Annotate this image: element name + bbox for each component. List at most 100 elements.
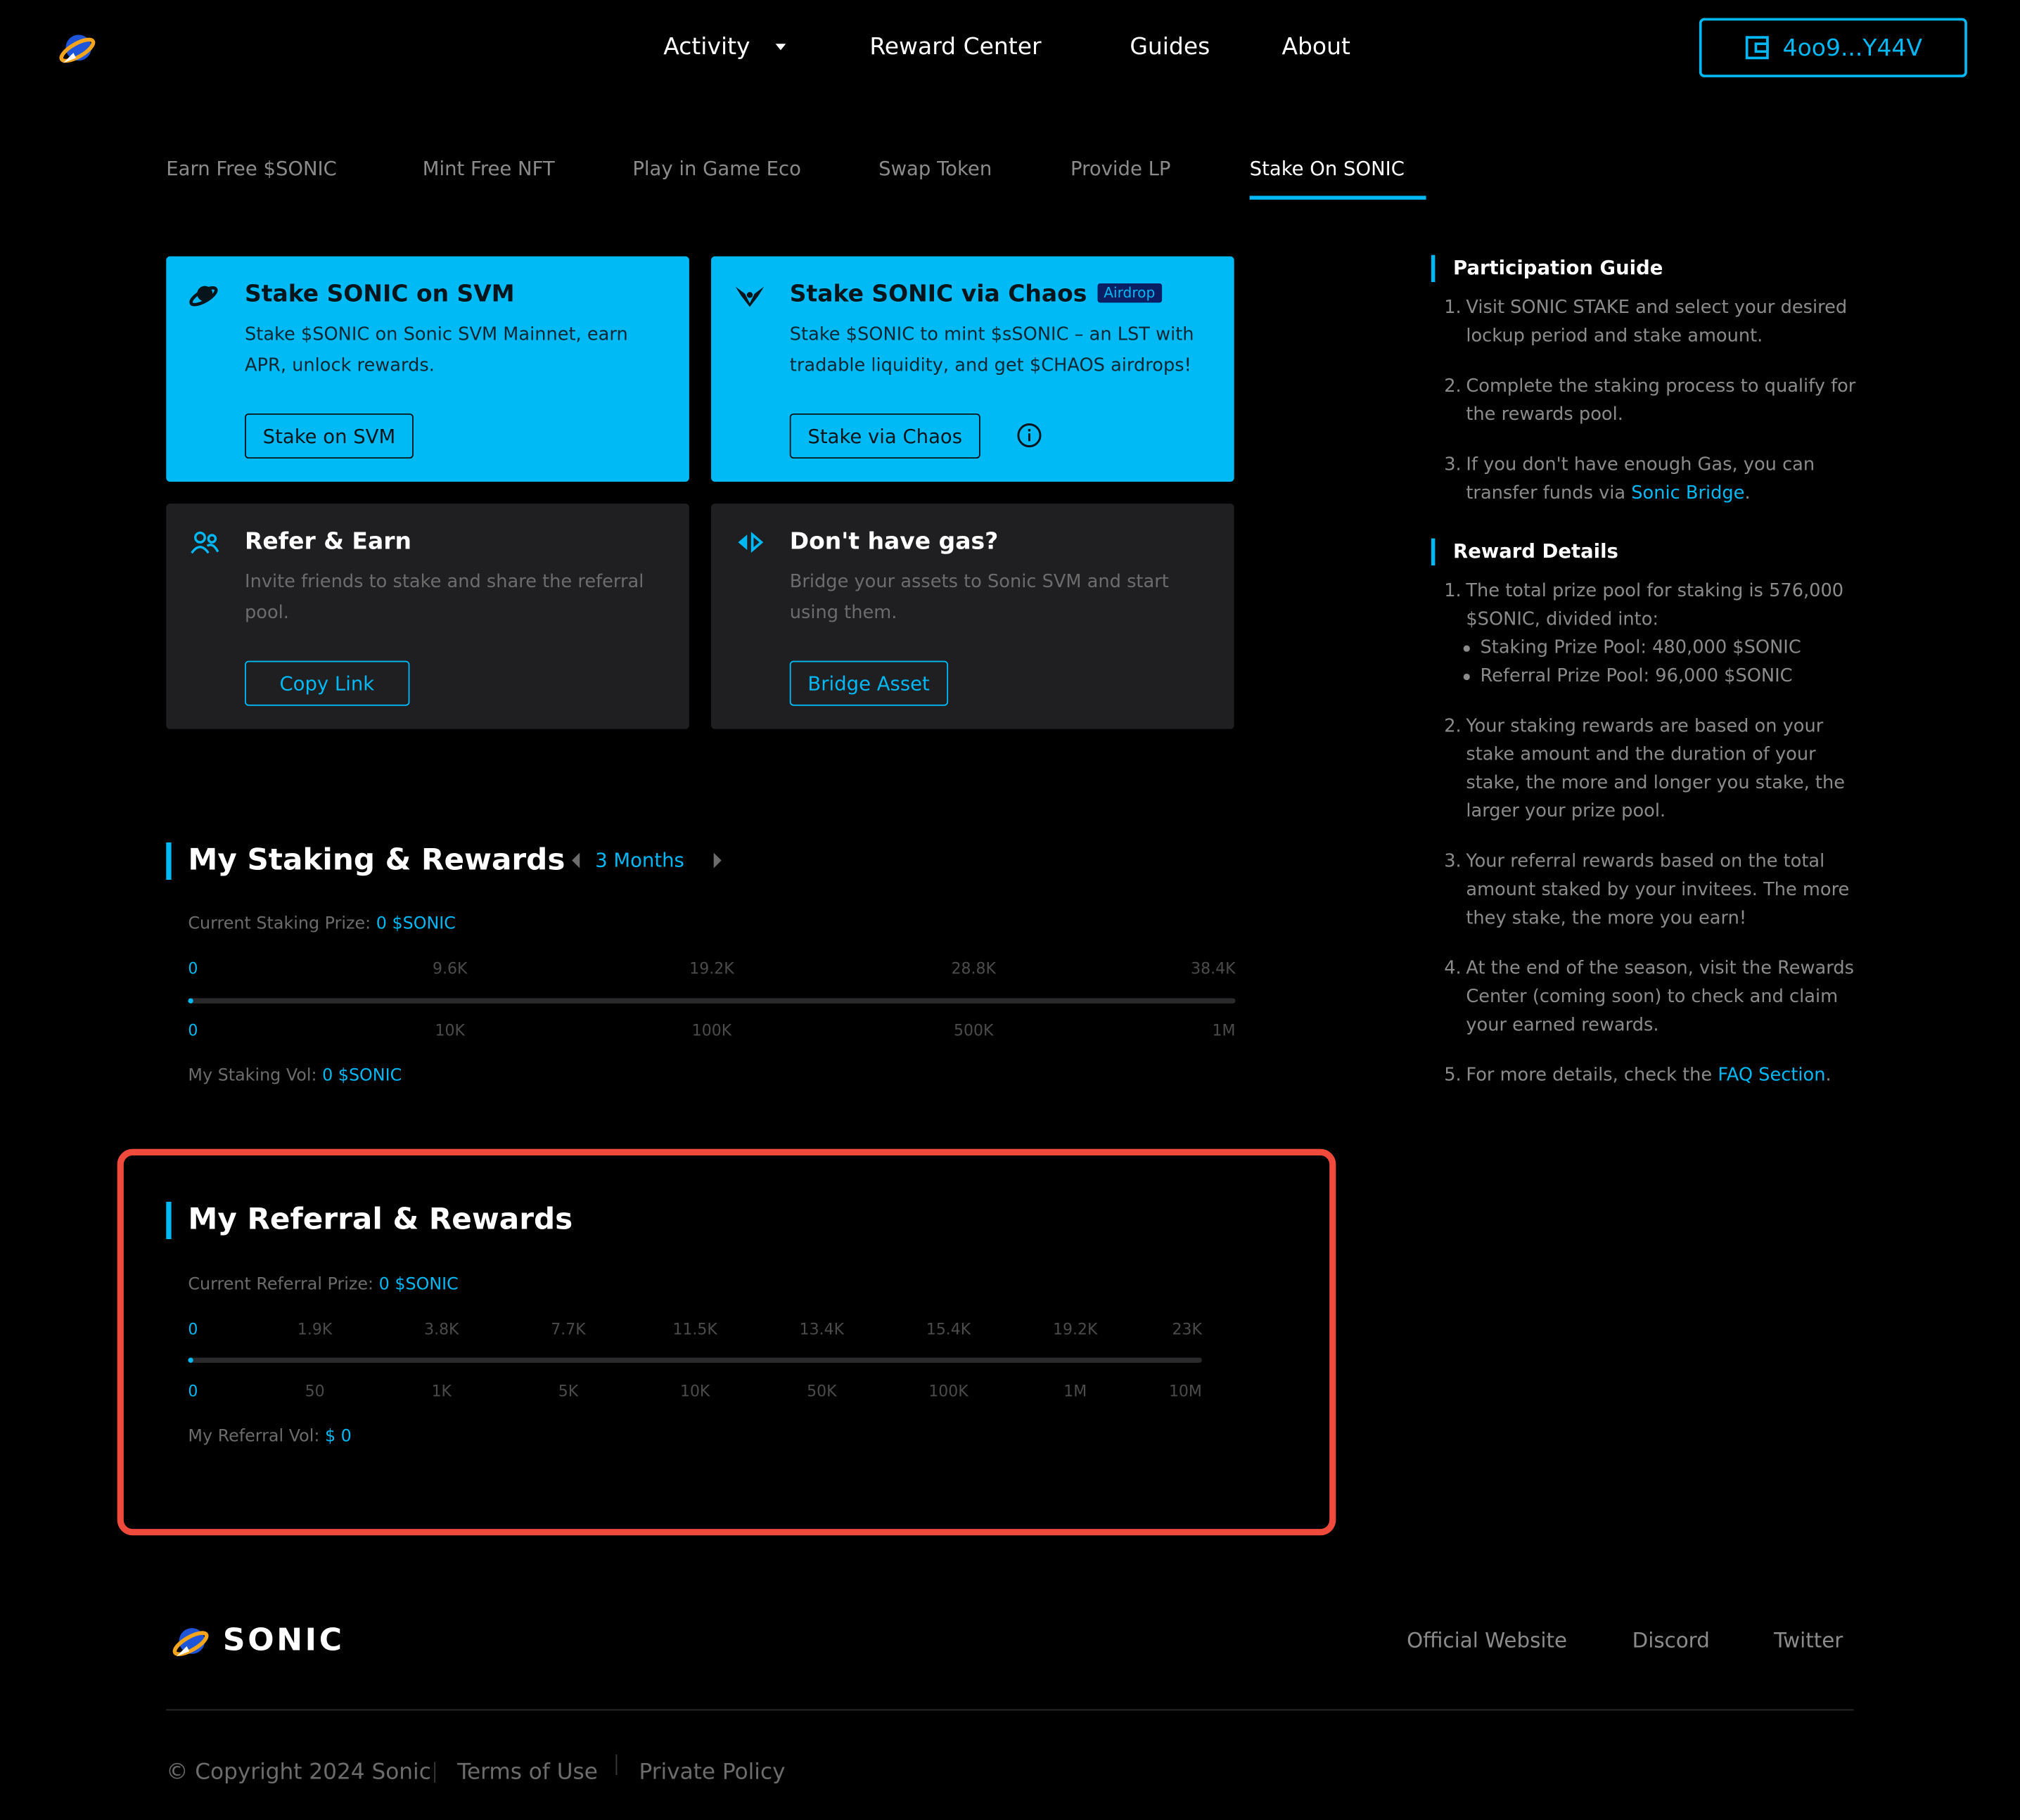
guide-item: 1. The total prize pool for staking is 57…	[1444, 577, 1856, 634]
sonic-logo-icon[interactable]	[172, 1623, 210, 1662]
guide-item-text: For more details, check the FAQ Section.	[1444, 1061, 1856, 1089]
guide-item-text: Your staking rewards are based on your s…	[1466, 716, 1846, 822]
stake-on-svm-button[interactable]: Stake on SVM	[245, 413, 414, 459]
staking-prize-label: Current Staking Prize:	[188, 914, 371, 934]
chevron-down-icon	[775, 44, 786, 51]
guide-item: 2. Your staking rewards are based on your…	[1444, 712, 1856, 826]
sonic-logo-icon[interactable]	[58, 30, 96, 68]
official-website-link[interactable]: Official Website	[1407, 1628, 1567, 1653]
airdrop-badge: Airdrop	[1097, 283, 1162, 303]
guide-bullet: Referral Prize Pool: 96,000 $SONIC	[1463, 662, 1793, 690]
tab-provide-lp[interactable]: Provide LP	[1070, 157, 1170, 180]
guide-item-text: If you don't have enough Gas, you can tr…	[1444, 451, 1856, 508]
guide-text: .	[1744, 482, 1751, 504]
card-title: Stake SONIC on SVM	[245, 281, 515, 308]
guide-item: 1. Visit SONIC STAKE and select your desi…	[1444, 294, 1856, 351]
copy-link-button[interactable]: Copy Link	[245, 660, 409, 706]
guide-item-text: The total prize pool for staking is 576,…	[1466, 581, 1844, 630]
card-stake-chaos: Stake SONIC via Chaos Airdrop Stake $SONI…	[711, 256, 1234, 482]
discord-link[interactable]: Discord	[1632, 1628, 1710, 1653]
tab-stake-on-sonic[interactable]: Stake On SONIC	[1250, 157, 1405, 180]
card-description: Stake $SONIC on Sonic SVM Mainnet, earn …	[245, 324, 628, 376]
sonic-bridge-link[interactable]: Sonic Bridge	[1631, 483, 1744, 504]
card-refer-earn: Refer & Earn Invite friends to stake and…	[166, 504, 689, 729]
tick-label: 10K	[435, 1021, 465, 1040]
highlight-box	[117, 1148, 1336, 1536]
staking-vol-value: 0 $SONIC	[322, 1066, 402, 1087]
card-stake-svm: Stake SONIC on SVM Stake $SONIC on Sonic…	[166, 256, 689, 482]
staking-vol-label: My Staking Vol:	[188, 1066, 317, 1087]
nav-activity-label: Activity	[663, 33, 750, 61]
tick-label: 500K	[954, 1021, 994, 1040]
guide-item-text: At the end of the season, visit the Rewa…	[1466, 958, 1854, 1036]
info-icon[interactable]	[1016, 423, 1042, 449]
guide-item-text: Visit SONIC STAKE and select your desire…	[1466, 297, 1848, 347]
privacy-policy-link[interactable]: Private Policy	[639, 1760, 785, 1786]
copyright-text: © Copyright 2024 Sonic	[166, 1759, 431, 1786]
footer-brand: SONIC	[222, 1621, 345, 1658]
tick-label: 0	[188, 1021, 198, 1040]
guide-item: 2. Complete the staking process to qualif…	[1444, 372, 1856, 429]
stake-via-chaos-button[interactable]: Stake via Chaos	[789, 413, 980, 459]
active-tab-indicator	[1249, 196, 1426, 200]
people-icon	[191, 531, 219, 554]
card-title: Refer & Earn	[245, 527, 411, 556]
footer-divider	[166, 1709, 1854, 1711]
chevron-right-icon[interactable]	[713, 852, 722, 869]
tick-label: 100K	[691, 1021, 732, 1040]
card-description: Bridge your assets to Sonic SVM and star…	[789, 572, 1169, 624]
footer-separator	[434, 1762, 436, 1783]
guide-item: 5. For more details, check the FAQ Sectio…	[1444, 1061, 1856, 1089]
tab-mint-free-nft[interactable]: Mint Free NFT	[423, 157, 555, 180]
guide-text: For more details, check the	[1466, 1065, 1718, 1087]
card-description: Stake $SONIC to mint $sSONIC – an LST wi…	[789, 324, 1194, 376]
chevron-left-icon[interactable]	[572, 852, 580, 869]
chaos-wings-icon	[735, 286, 765, 307]
tab-play-in-game-eco[interactable]: Play in Game Eco	[632, 157, 801, 180]
tick-label: 19.2K	[689, 959, 734, 978]
card-title: Stake SONIC via Chaos Airdrop	[789, 281, 1162, 308]
tab-earn-free-sonic[interactable]: Earn Free $SONIC	[166, 157, 337, 180]
card-title-text: Stake SONIC via Chaos	[789, 281, 1087, 308]
nav-activity[interactable]: Activity	[663, 34, 786, 60]
wallet-address: 4oo9...Y44V	[1782, 34, 1923, 62]
guide-item-text: Your referral rewards based on the total…	[1466, 851, 1850, 929]
tick-label: 28.8K	[951, 959, 996, 978]
staking-progress-track	[188, 998, 1236, 1004]
twitter-link[interactable]: Twitter	[1774, 1628, 1843, 1653]
tick-label: 1M	[1212, 1021, 1236, 1040]
guide-item-text: Complete the staking process to qualify …	[1466, 376, 1856, 425]
section-marker	[1431, 538, 1436, 566]
footer-separator	[615, 1754, 618, 1775]
nav-about[interactable]: About	[1281, 34, 1350, 60]
nav-guides[interactable]: Guides	[1130, 34, 1210, 60]
faq-section-link[interactable]: FAQ Section	[1718, 1065, 1825, 1086]
guide-bullet: Staking Prize Pool: 480,000 $SONIC	[1463, 634, 1801, 662]
staking-section-title: My Staking & Rewards	[188, 843, 565, 878]
card-dont-have-gas: Don't have gas? Bridge your assets to So…	[711, 504, 1234, 729]
guide-item: 3. Your referral rewards based on the tot…	[1444, 847, 1856, 933]
staking-progress-fill	[188, 998, 193, 1004]
period-selector[interactable]: 3 Months	[595, 849, 684, 872]
tick-label: 0	[188, 959, 198, 978]
terms-of-use-link[interactable]: Terms of Use	[457, 1760, 598, 1786]
wallet-button[interactable]: 4oo9...Y44V	[1699, 18, 1967, 77]
ufo-icon	[189, 286, 218, 307]
bridge-arrows-icon	[738, 532, 764, 553]
card-description: Invite friends to stake and share the re…	[245, 572, 644, 624]
wallet-icon	[1745, 36, 1769, 60]
staking-prize: Current Staking Prize: 0 $SONIC	[188, 914, 456, 933]
card-title: Don't have gas?	[789, 527, 999, 556]
tab-swap-token[interactable]: Swap Token	[878, 157, 992, 180]
guide-text: .	[1825, 1065, 1832, 1087]
participation-guide-title: Participation Guide	[1453, 256, 1663, 280]
staking-vol: My Staking Vol: 0 $SONIC	[188, 1067, 402, 1086]
nav-reward-center[interactable]: Reward Center	[869, 34, 1041, 60]
section-marker	[1431, 255, 1436, 283]
guide-item: 3. If you don't have enough Gas, you can …	[1444, 451, 1856, 508]
guide-item: 4. At the end of the season, visit the Re…	[1444, 954, 1856, 1039]
reward-details-title: Reward Details	[1453, 539, 1618, 563]
bridge-asset-button[interactable]: Bridge Asset	[789, 660, 948, 706]
section-marker	[166, 842, 172, 880]
tick-label: 9.6K	[433, 959, 468, 978]
